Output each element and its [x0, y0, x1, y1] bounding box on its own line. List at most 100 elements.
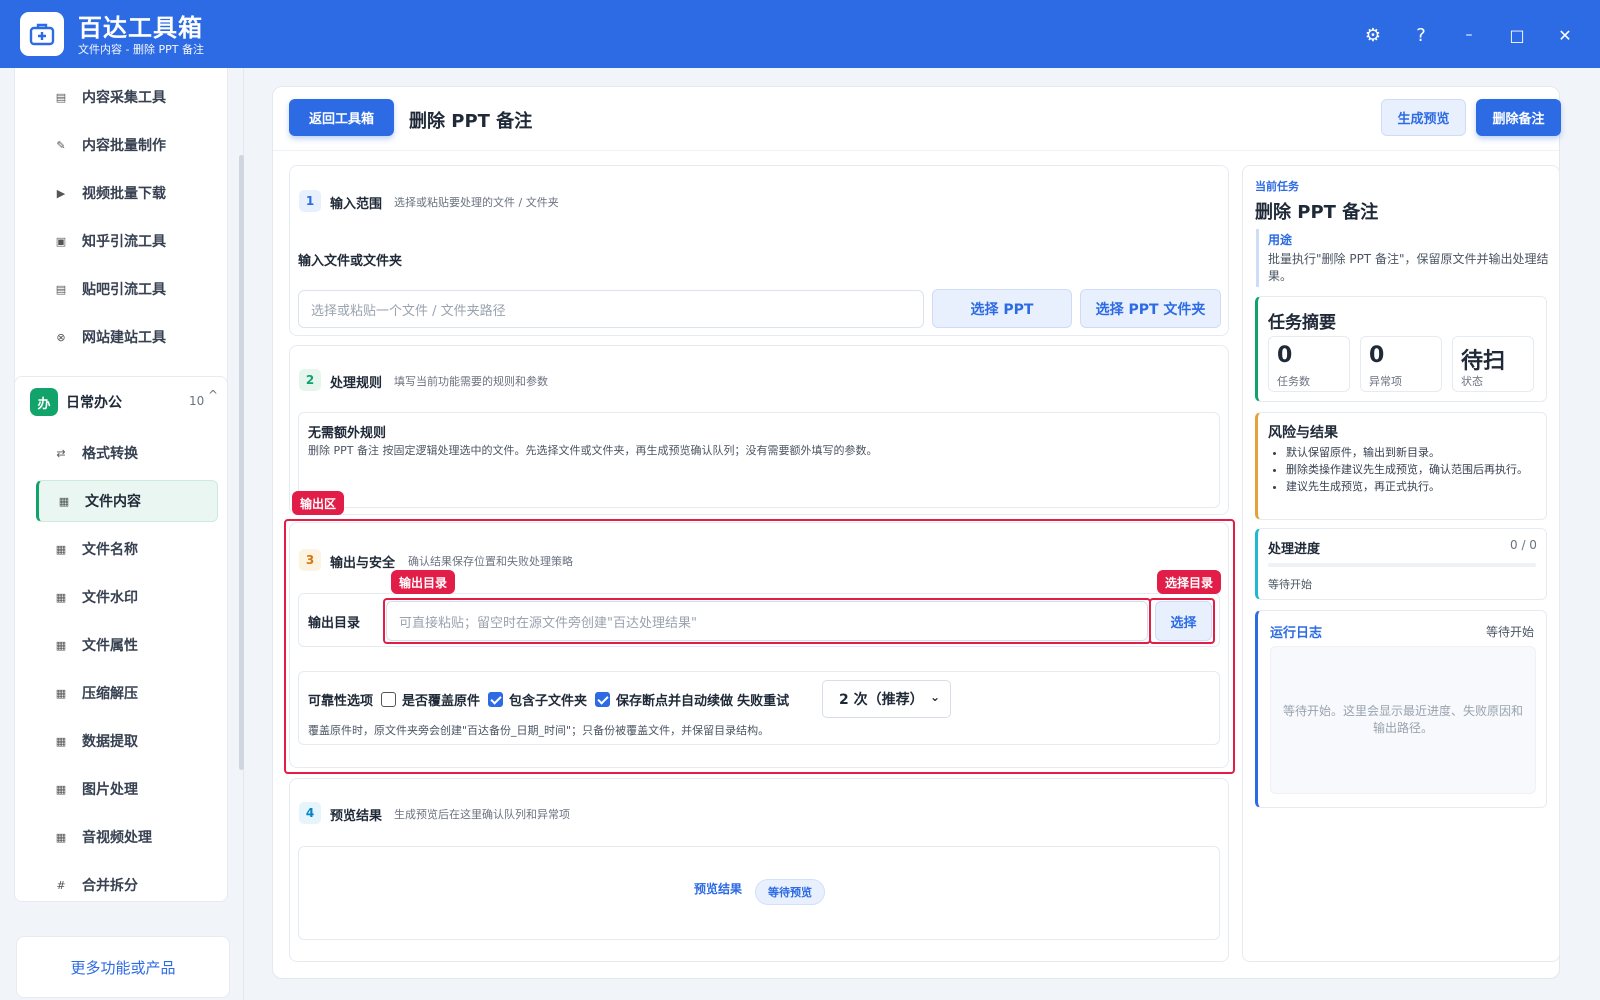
output-area-label: 输出区 [292, 491, 345, 515]
stat-box: 0 异常项 [1360, 336, 1442, 392]
sidebar-item-label: 数据提取 [82, 734, 138, 750]
progress-status: 等待开始 [1268, 578, 1312, 591]
section-desc: 选择或粘贴要处理的文件 / 文件夹 [394, 196, 559, 209]
rules-box-desc: 删除 PPT 备注 按固定逻辑处理选中的文件。先选择文件或文件夹，再生成预览确认… [308, 444, 878, 457]
sidebar-item[interactable]: ⊗ 网站建站工具 [36, 316, 218, 358]
retry-select[interactable]: 2 次（推荐） ⌄ [822, 680, 951, 718]
sidebar-item[interactable]: ▦ 图片处理 [36, 768, 218, 810]
divider [273, 150, 1559, 151]
sidebar-item[interactable]: ▦ 音视频处理 [36, 816, 218, 858]
section-desc: 填写当前功能需要的规则和参数 [394, 375, 548, 388]
purpose-label: 用途 [1268, 233, 1293, 247]
output-dir-highlight [383, 598, 1151, 644]
sidebar-item[interactable]: # 合并拆分 [36, 864, 218, 906]
sidebar-item-label: 贴吧引流工具 [82, 282, 166, 298]
sidebar-item[interactable]: ▤ 内容采集工具 [36, 76, 218, 118]
sidebar-item[interactable]: ▦ 压缩解压 [36, 672, 218, 714]
sidebar-item[interactable]: ▦ 文件名称 [36, 528, 218, 570]
output-dir-annot: 输出目录 [391, 570, 456, 594]
purpose-text: 批量执行"删除 PPT 备注"，保留原文件并输出处理结果。 [1268, 252, 1549, 283]
grid-icon: ▦ [55, 686, 67, 700]
sidebar-item[interactable]: ▤ 贴吧引流工具 [36, 268, 218, 310]
input-field-label: 输入文件或文件夹 [298, 254, 403, 269]
sidebar-scrollbar[interactable] [239, 155, 244, 770]
sidebar-item-label: 内容批量制作 [82, 138, 166, 154]
reliability-options: 可靠性选项 是否覆盖原件 包含子文件夹 保存断点并自动续做 失败重试 [308, 690, 789, 709]
sidebar-item-label: 视频批量下载 [82, 186, 166, 202]
reliability-note: 覆盖原件时，原文件夹旁会创建"百达备份_日期_时间"；只备份被覆盖文件，并保留目… [308, 724, 770, 737]
grid-icon: ▦ [55, 590, 67, 604]
log-title: 运行日志 [1270, 626, 1323, 641]
stat-box: 待扫 状态 [1452, 336, 1534, 392]
risk-item: 默认保留原件，输出到新目录。 [1286, 444, 1540, 461]
progress-count: 0 / 0 [1510, 538, 1537, 552]
settings-icon[interactable]: ⚙ [1358, 20, 1388, 50]
sidebar-item[interactable]: ▦ 数据提取 [36, 720, 218, 762]
rules-box-title: 无需额外规则 [308, 426, 387, 441]
select-ppt-button[interactable]: 选择 PPT [932, 289, 1072, 328]
tieba-icon: ▤ [55, 282, 67, 296]
title-bar: 百达工具箱 文件内容 - 删除 PPT 备注 ⚙ ? – □ ✕ [0, 0, 1600, 68]
risk-list: 默认保留原件，输出到新目录。删除类操作建议先生成预览，确认范围后再执行。建议先生… [1270, 444, 1540, 495]
retry-label: 失败重试 [737, 694, 790, 709]
sidebar-item-label: 压缩解压 [82, 686, 138, 702]
sidebar-item-label: 知乎引流工具 [82, 234, 166, 250]
more-products-button[interactable]: 更多功能或产品 [16, 936, 230, 998]
step-badge: 3 [299, 549, 321, 571]
overwrite-checkbox[interactable] [381, 692, 397, 707]
select-ppt-folder-button[interactable]: 选择 PPT 文件夹 [1080, 289, 1221, 328]
risk-item: 删除类操作建议先生成预览，确认范围后再执行。 [1286, 461, 1540, 478]
sidebar-item-label: 合并拆分 [82, 878, 138, 894]
grid-icon: ▦ [55, 542, 67, 556]
resume-checkbox[interactable] [595, 692, 611, 707]
resume-label[interactable]: 保存断点并自动续做 [616, 690, 733, 709]
section-title: 预览结果 [330, 809, 383, 824]
subfolders-checkbox[interactable] [488, 692, 504, 707]
sidebar-item-label: 文件水印 [82, 590, 138, 606]
log-output[interactable]: 等待开始。这里会显示最近进度、失败原因和输出路径。 [1270, 646, 1536, 794]
progress-title: 处理进度 [1268, 542, 1321, 557]
back-to-toolbox-button[interactable]: 返回工具箱 [289, 99, 394, 136]
sidebar-item[interactable]: ▦ 文件内容 [36, 480, 218, 522]
group-title[interactable]: 日常办公 [66, 392, 122, 412]
chevron-up-icon[interactable]: ^ [208, 388, 218, 402]
risk-item: 建议先生成预览，再正式执行。 [1286, 478, 1540, 495]
hash-icon: # [56, 878, 66, 892]
sidebar-item-label: 网站建站工具 [82, 330, 166, 346]
input-path-field[interactable]: 选择或粘贴一个文件 / 文件夹路径 [298, 290, 924, 328]
zhihu-icon: ▣ [55, 234, 67, 248]
grid-icon: ▦ [55, 638, 67, 652]
retry-select-value: 2 次（推荐） [839, 692, 924, 708]
sidebar-item[interactable]: ⇄ 格式转换 [36, 432, 218, 474]
sidebar-item[interactable]: ▦ 文件水印 [36, 576, 218, 618]
overwrite-label[interactable]: 是否覆盖原件 [402, 690, 480, 709]
subfolders-label[interactable]: 包含子文件夹 [509, 690, 587, 709]
stat-label: 状态 [1461, 375, 1483, 388]
app-subtitle: 文件内容 - 删除 PPT 备注 [78, 43, 204, 56]
stat-value: 0 [1369, 343, 1385, 368]
maximize-icon[interactable]: □ [1502, 20, 1532, 50]
rules-box [298, 412, 1220, 508]
sidebar-item[interactable]: ✎ 内容批量制作 [36, 124, 218, 166]
select-dir-highlight [1149, 598, 1215, 644]
step-badge: 2 [299, 369, 321, 391]
generate-preview-button[interactable]: 生成预览 [1381, 99, 1466, 136]
grid-icon: ▦ [55, 734, 67, 748]
minimize-icon[interactable]: – [1454, 20, 1484, 50]
preview-status-badge: 等待预览 [755, 879, 825, 905]
sidebar-item[interactable]: ▣ 知乎引流工具 [36, 220, 218, 262]
close-icon[interactable]: ✕ [1550, 20, 1580, 50]
sidebar: ▤ 内容采集工具 ✎ 内容批量制作 ▶ 视频批量下载 ▣ 知乎引流工具 ▤ 贴吧引流工具 ⊗ 网站建站… [0, 68, 244, 1000]
sidebar-item[interactable]: ▶ 视频批量下载 [36, 172, 218, 214]
sidebar-item[interactable]: ▦ 文件属性 [36, 624, 218, 666]
grid-icon: ▦ [55, 830, 67, 844]
summary-title: 任务摘要 [1268, 313, 1336, 333]
delete-notes-button[interactable]: 删除备注 [1476, 99, 1561, 136]
grid-icon: ▦ [55, 782, 67, 796]
section-title: 输出与安全 [330, 556, 396, 571]
help-icon[interactable]: ? [1406, 20, 1436, 50]
globe-icon: ⊗ [56, 330, 66, 344]
sidebar-item-label: 格式转换 [82, 446, 138, 462]
step-badge: 1 [299, 190, 321, 212]
task-title: 删除 PPT 备注 [1255, 202, 1379, 223]
